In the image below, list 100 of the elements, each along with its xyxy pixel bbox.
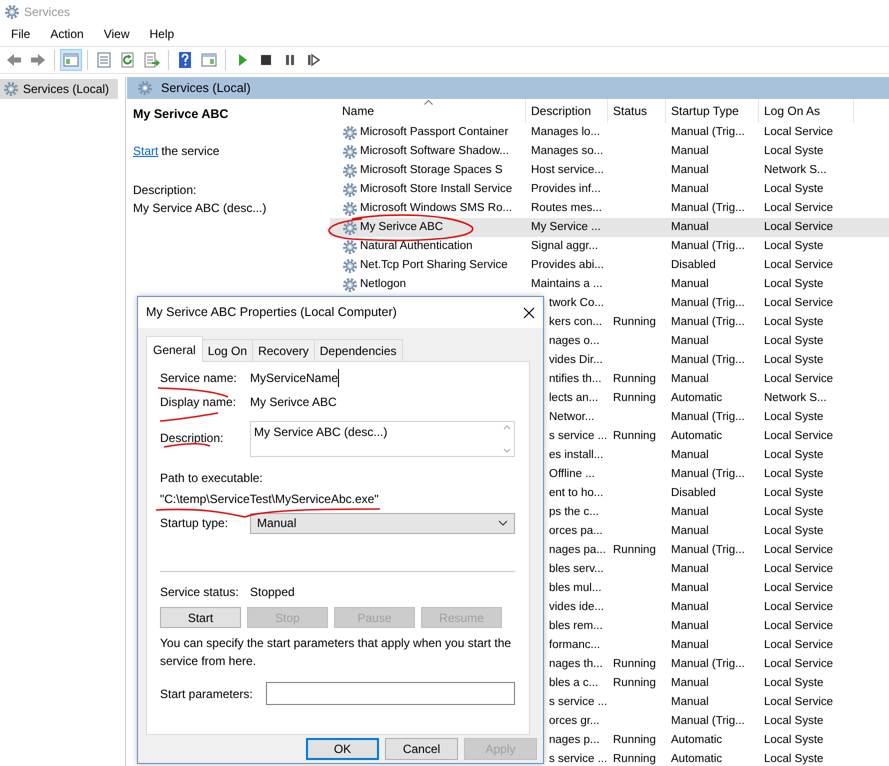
table-cell: Local Service [764,372,834,385]
table-row[interactable]: formanc... Manual Local Service [544,636,889,655]
ink-underline [164,442,210,448]
table-row[interactable]: orces pa... Manual Local Syste [544,522,889,541]
dialog-button[interactable]: Cancel [385,738,458,760]
console-tree-icon [62,51,80,69]
table-cell: Local Service [764,658,834,670]
hint-text: You can specify the start parameters that apply when you start the service from here. [160,635,512,670]
table-row[interactable]: bles mul... Manual Local Service [544,579,889,598]
tree-item[interactable]: Services (Local) [0,79,118,99]
table-cell: Disabled [671,258,716,271]
table-row[interactable]: Microsoft Passport Container Manages lo... Manual (Trig... Local Service [330,123,889,142]
column-header[interactable]: Log On As [759,99,854,123]
menu-item[interactable]: Action [39,25,93,43]
table-cell: bles mul... [549,582,602,594]
table-row[interactable]: lects an... Running Automatic Network S... [544,389,889,408]
column-header[interactable]: Startup Type [666,99,759,123]
column-header[interactable]: Name [330,99,526,123]
dialog-button[interactable]: OK [306,738,379,760]
description-field[interactable]: My Service ABC (desc...) [250,421,515,457]
table-row[interactable]: Netlogon Maintains a ... Manual Local Syste [330,275,889,294]
table-cell: vides Dir... [549,354,603,366]
table-row[interactable]: kers con... Running Manual (Trig... Local Syste [544,313,889,332]
table-row[interactable]: s service ... Running Automatic Local Syste [544,750,889,766]
table-cell: Local Syste [764,734,824,746]
description-label: Description: [133,182,198,199]
field-label: Startup type: [160,515,230,532]
table-cell: Running [613,658,656,670]
table-cell: bles a c... [549,676,598,689]
table-cell: Local Service [764,126,834,138]
table-cell: Disabled [671,486,716,499]
table-cell: Manual [671,220,709,233]
table-row[interactable]: Microsoft Software Shadow... Manages so... Manual Local Syste [330,142,889,161]
table-cell: Local Syste [764,506,824,518]
table-row[interactable]: vides ide... Manual Local Service [544,598,889,617]
table-row[interactable]: vides Dir... Manual (Trig... Local Syste [544,351,889,370]
service-button[interactable]: Start [160,607,241,628]
table-row[interactable]: Natural Authentication Signal aggr... Manual (Trig... Local Syste [330,237,889,256]
field-label: Service name: [160,371,237,385]
table-cell: kers con... [549,316,602,328]
dialog-tab[interactable]: Dependencies [314,339,402,362]
table-cell: Local Service [764,696,834,708]
table-row[interactable]: ps the c... Manual Local Syste [544,503,889,522]
table-cell: bles rem... [549,620,603,632]
table-cell: twork Co... [549,296,604,309]
table-cell: Running [613,544,656,556]
table-cell: Automatic [671,430,722,442]
column-header[interactable]: Status [608,99,666,123]
table-row[interactable]: ent to ho... Disabled Local Syste [544,484,889,503]
table-row[interactable]: Offline ... Manual (Trig... Local Syste [544,465,889,484]
table-cell: bles serv... [549,562,604,575]
table-cell: Manual [671,524,709,537]
table-row[interactable]: Net.Tcp Port Sharing Service Provides abi... Disabled Local Service [330,256,889,275]
table-cell: Local Service [764,220,834,233]
table-cell: Network S... [764,392,827,404]
menu-item[interactable]: File [0,25,40,43]
table-row[interactable]: nages th... Running Manual (Trig... Local Service [544,655,889,674]
table-cell: Routes mes... [531,202,602,214]
table-row[interactable]: ntifies th... Running Manual Local Service [544,370,889,389]
table-row[interactable]: bles a c... Running Manual Local Syste [544,674,889,693]
table-cell: Local Service [764,202,834,214]
table-cell: nages pa... [549,544,606,556]
table-row[interactable]: Microsoft Storage Spaces S Host service... Manual Network S... [330,161,889,180]
gear-icon [4,4,20,20]
table-row[interactable]: bles serv... Manual Local Service [544,560,889,579]
table-row[interactable]: es install... Manual Local Syste [544,446,889,465]
dialog-tab[interactable]: General [146,336,203,362]
table-cell: nages th... [549,658,603,670]
table-row[interactable]: Networ... Manual (Trig... Local Syste [544,408,889,427]
gear-icon [342,276,358,292]
table-cell: Local Service [764,258,834,271]
table-row[interactable]: Microsoft Store Install Service Provides inf... Manual Local Syste [330,180,889,199]
table-cell: Manual [671,278,709,290]
table-row[interactable]: s service ... Manual Local Service [544,693,889,712]
table-cell: Local Syste [764,182,824,195]
table-row[interactable]: bles rem... Manual Local Service [544,617,889,636]
gear-icon [342,220,358,236]
table-row[interactable]: orces gr... Manual (Trig... Local Syste [544,712,889,731]
table-row[interactable]: s service ... Running Automatic Local Service [544,427,889,446]
table-cell: Running [613,734,656,746]
startup-type-dropdown[interactable]: Manual [250,512,515,534]
gear-icon [342,258,358,274]
table-cell: Manual [671,448,709,461]
status-value: Stopped [250,584,295,601]
ink-underline [160,412,218,422]
start-link[interactable]: Start [133,142,158,160]
start-parameters-field[interactable] [266,682,515,705]
service-name: Microsoft Storage Spaces S [360,162,503,178]
action-pane-icon [200,51,218,69]
table-row[interactable]: twork Co... Manual (Trig... Local Service [544,294,889,313]
table-row[interactable]: nages o... Manual Local Syste [544,332,889,351]
menu-item[interactable]: Help [138,25,184,43]
panel-title: Services (Local) [161,80,251,97]
table-row[interactable]: My Serivce ABC My Service ... Manual Local Service [330,218,889,237]
table-row[interactable]: Microsoft Windows SMS Ro... Routes mes... Manual (Trig... Local Service [330,199,889,218]
table-row[interactable]: nages p... Running Automatic Local Syste [544,731,889,750]
table-cell: Local Service [764,296,834,309]
table-row[interactable]: nages pa... Running Manual (Trig... Local Service [544,541,889,560]
column-header[interactable]: Description [526,99,608,123]
menu-item[interactable]: View [92,25,138,43]
